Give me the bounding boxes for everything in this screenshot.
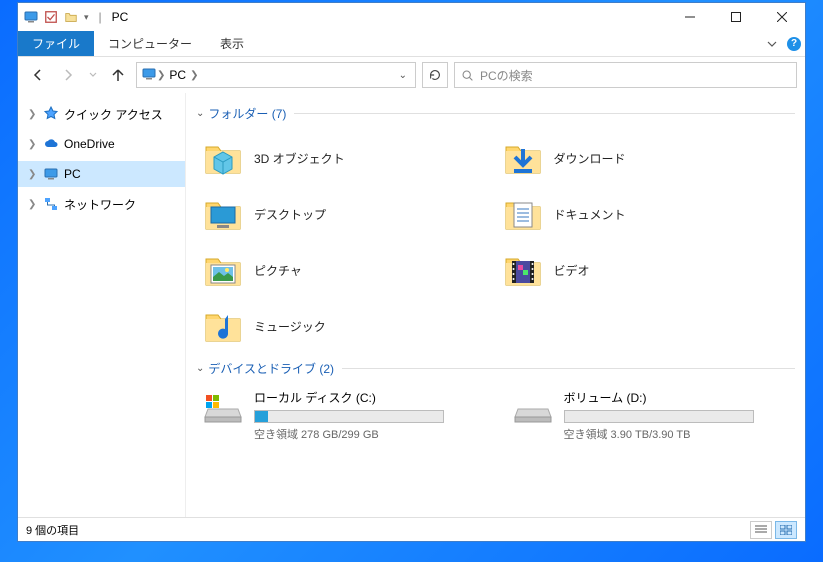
cloud-icon [42,135,60,153]
window-title: PC [112,10,129,24]
folder-label: デスクトップ [254,206,326,223]
title-separator: | [99,10,102,24]
help-button[interactable]: ? [783,31,805,56]
status-bar: 9 個の項目 [18,517,805,541]
expand-chevron-icon[interactable]: ❯ [28,109,38,120]
folder-video-icon [502,249,544,291]
group-header-folders[interactable]: ⌄ フォルダー (7) [196,105,795,122]
drive-name: ローカル ディスク (C:) [254,389,480,406]
tree-item-label: クイック アクセス [64,106,163,123]
drive-name: ボリューム (D:) [564,389,790,406]
status-item-count: 9 個の項目 [26,522,79,538]
folder-label: ミュージック [254,318,326,335]
folder-label: ピクチャ [254,262,302,279]
ribbon-file-tab[interactable]: ファイル [18,31,94,56]
qat-properties-icon[interactable] [42,8,60,26]
ribbon-expand-icon[interactable] [761,31,783,56]
search-icon [461,69,474,82]
folder-item[interactable]: ダウンロード [496,130,796,186]
navigation-bar: ❯ PC ❯ ⌄ PCの検索 [18,57,805,93]
folder-item[interactable]: ミュージック [196,298,496,354]
chevron-down-icon: ⌄ [196,108,204,119]
expand-chevron-icon[interactable]: ❯ [28,169,38,180]
search-box[interactable]: PCの検索 [454,62,797,88]
folder-label: ビデオ [554,262,590,279]
drive-item[interactable]: ローカル ディスク (C:) 空き領域 278 GB/299 GB [196,385,486,446]
tree-item-monitor[interactable]: ❯ PC [18,161,185,187]
drive-icon [202,389,244,425]
drive-free-text: 空き領域 278 GB/299 GB [254,426,480,442]
folder-music-icon [202,305,244,347]
drive-icon [512,389,554,425]
drive-item[interactable]: ボリューム (D:) 空き領域 3.90 TB/3.90 TB [506,385,796,446]
app-icon [22,8,40,26]
navigation-pane: ❯ クイック アクセス ❯ OneDrive ❯ PC ❯ ネットワーク [18,93,186,517]
tree-item-label: ネットワーク [64,196,136,213]
folder-label: ドキュメント [554,206,626,223]
search-placeholder: PCの検索 [480,67,533,84]
folder-picture-icon [202,249,244,291]
folder-download-icon [502,137,544,179]
refresh-button[interactable] [422,62,448,88]
recent-locations-button[interactable] [86,63,100,87]
drive-usage-bar [564,410,754,423]
tree-item-label: OneDrive [64,137,115,151]
tree-item-star[interactable]: ❯ クイック アクセス [18,101,185,127]
ribbon-tab-view[interactable]: 表示 [206,31,258,56]
folder-item[interactable]: ピクチャ [196,242,496,298]
star-icon [42,105,60,123]
ribbon-tab-computer[interactable]: コンピューター [94,31,206,56]
explorer-window: ▾ | PC ファイル コンピューター 表示 ? ❯ PC ❯ ⌄ [17,2,806,542]
folder-item[interactable]: 3D オブジェクト [196,130,496,186]
group-header-drives-label: デバイスとドライブ (2) [208,360,334,377]
tree-item-cloud[interactable]: ❯ OneDrive [18,131,185,157]
breadcrumb-pc[interactable]: PC [165,68,190,82]
address-bar[interactable]: ❯ PC ❯ ⌄ [136,62,416,88]
qat-newfolder-icon[interactable] [62,8,80,26]
expand-chevron-icon[interactable]: ❯ [28,139,38,150]
folder-label: ダウンロード [554,150,626,167]
tiles-view-button[interactable] [775,521,797,539]
up-button[interactable] [106,63,130,87]
tree-item-label: PC [64,167,81,181]
help-icon: ? [787,37,801,51]
monitor-icon [42,165,60,183]
folder-desktop-icon [202,193,244,235]
back-button[interactable] [26,63,50,87]
tree-item-network[interactable]: ❯ ネットワーク [18,191,185,217]
drive-usage-bar [254,410,444,423]
folder-document-icon [502,193,544,235]
chevron-right-icon[interactable]: ❯ [190,70,198,81]
expand-chevron-icon[interactable]: ❯ [28,199,38,210]
chevron-down-icon: ⌄ [196,363,204,374]
details-view-button[interactable] [750,521,772,539]
drive-free-text: 空き領域 3.90 TB/3.90 TB [564,426,790,442]
minimize-button[interactable] [667,3,713,31]
maximize-button[interactable] [713,3,759,31]
address-history-dropdown[interactable]: ⌄ [395,70,411,81]
ribbon: ファイル コンピューター 表示 ? [18,31,805,57]
folder-item[interactable]: デスクトップ [196,186,496,242]
chevron-right-icon[interactable]: ❯ [157,70,165,81]
close-button[interactable] [759,3,805,31]
group-header-drives[interactable]: ⌄ デバイスとドライブ (2) [196,360,795,377]
folder-item[interactable]: ビデオ [496,242,796,298]
qat-dropdown-icon[interactable]: ▾ [82,12,91,23]
folder-item[interactable]: ドキュメント [496,186,796,242]
address-monitor-icon [141,66,157,85]
title-bar: ▾ | PC [18,3,805,31]
forward-button[interactable] [56,63,80,87]
network-icon [42,195,60,213]
folder-cube-icon [202,137,244,179]
content-pane: ⌄ フォルダー (7) 3D オブジェクト ダウンロードデスクトップ ドキュメントピ… [186,93,805,517]
group-header-folders-label: フォルダー (7) [208,105,286,122]
folder-label: 3D オブジェクト [254,150,345,167]
